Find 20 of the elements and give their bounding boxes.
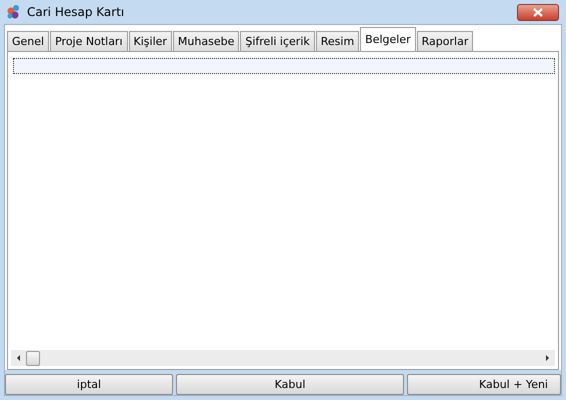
tab[interactable]: Resim (316, 31, 360, 51)
tab[interactable]: Muhasebe (172, 31, 240, 51)
horizontal-scrollbar[interactable] (11, 350, 555, 366)
tab[interactable]: Proje Notları (50, 31, 128, 51)
tab[interactable]: Şifreli içerik (240, 31, 315, 51)
close-button[interactable] (517, 4, 559, 20)
tab[interactable]: Raporlar (416, 31, 474, 51)
tab[interactable]: Belgeler (360, 27, 416, 51)
close-icon (533, 8, 543, 16)
scroll-left-icon[interactable] (15, 354, 23, 362)
dialog-button[interactable]: Kabul (176, 374, 404, 395)
window-title: Cari Hesap Kartı (27, 5, 124, 19)
app-logo-icon (6, 4, 22, 20)
dialog-button[interactable]: Kabul + Yeni (407, 374, 561, 395)
list-row[interactable] (13, 58, 555, 74)
scroll-thumb[interactable] (26, 350, 40, 366)
scroll-right-icon[interactable] (543, 354, 551, 362)
tab[interactable]: Kişiler (128, 31, 172, 51)
tab[interactable]: Genel (7, 31, 50, 51)
dialog-button[interactable]: iptal (5, 374, 173, 395)
